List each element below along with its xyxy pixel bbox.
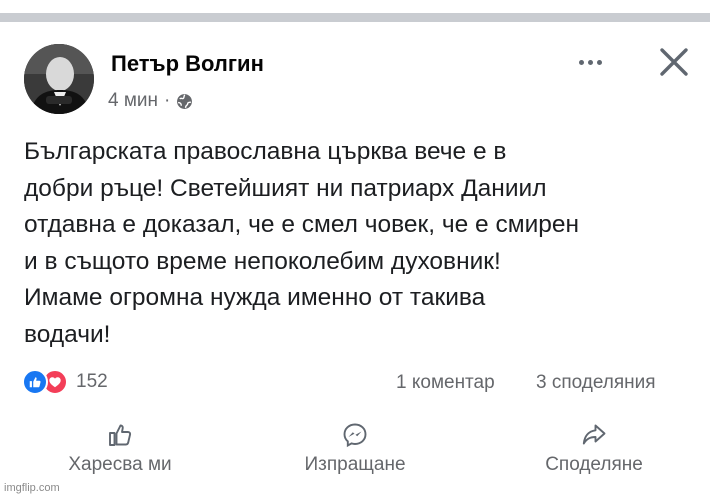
globe-icon[interactable] [176, 93, 193, 110]
post-meta: 4 мин · [108, 90, 193, 112]
post-text-line: водачи! [24, 320, 111, 348]
shares-count[interactable]: 3 споделяния [536, 372, 656, 394]
cut-off-text: ▔▔▔▔▔▔▔▔▔▔▔▔▔▔▔▔▔▔▔▔▔▔▔▔▔▔▔▔▔▔▔▔▔▔▔▔▔▔ [55, 0, 619, 10]
post-text-line: добри ръце! Светейшият ни патриарх Дании… [24, 174, 547, 202]
watermark: imgflip.com [4, 482, 60, 494]
avatar-photo [24, 44, 94, 114]
share-button[interactable]: Споделяне [524, 422, 664, 476]
facebook-post: Петър Волгин 4 мин · Българската правосл… [0, 22, 710, 500]
post-text-line: отдавна е доказал, че е смел човек, че е… [24, 211, 580, 238]
share-arrow-icon [582, 424, 606, 445]
post-body: Българската православна църква вече е в … [24, 134, 694, 353]
like-button[interactable]: Харесва ми [50, 422, 190, 476]
avatar[interactable] [24, 44, 94, 114]
post-text-line: и в същото време непоколебим духовник! [24, 247, 501, 275]
reaction-count: 152 [76, 371, 108, 392]
share-label: Споделяне [545, 454, 643, 475]
previous-post-fragment: ▔▔▔▔▔▔▔▔▔▔▔▔▔▔▔▔▔▔▔▔▔▔▔▔▔▔▔▔▔▔▔▔▔▔▔▔▔▔ [0, 0, 710, 14]
like-label: Харесва ми [68, 454, 172, 475]
thumbs-up-icon [22, 369, 48, 395]
post-action-bar: Харесва ми Изпращане Споделяне [0, 422, 710, 482]
comments-count[interactable]: 1 коментар [396, 372, 495, 394]
post-text-line: Българската православна църква вече е в [24, 138, 507, 165]
more-dots-icon [578, 59, 584, 65]
author-name[interactable]: Петър Волгин [111, 51, 264, 77]
thumbs-up-outline-icon [109, 424, 132, 446]
send-label: Изпращане [304, 454, 406, 475]
post-time[interactable]: 4 мин [108, 90, 158, 112]
more-options-button[interactable] [570, 52, 610, 72]
close-icon [660, 48, 688, 76]
reactions-summary[interactable]: 152 [22, 369, 108, 395]
send-button[interactable]: Изпращане [285, 422, 425, 476]
post-text-line: Имаме огромна нужда именно от такива [24, 284, 486, 311]
meta-separator: · [164, 90, 171, 111]
messenger-icon [343, 423, 367, 448]
close-button[interactable] [656, 44, 692, 80]
feed-divider [0, 13, 710, 22]
